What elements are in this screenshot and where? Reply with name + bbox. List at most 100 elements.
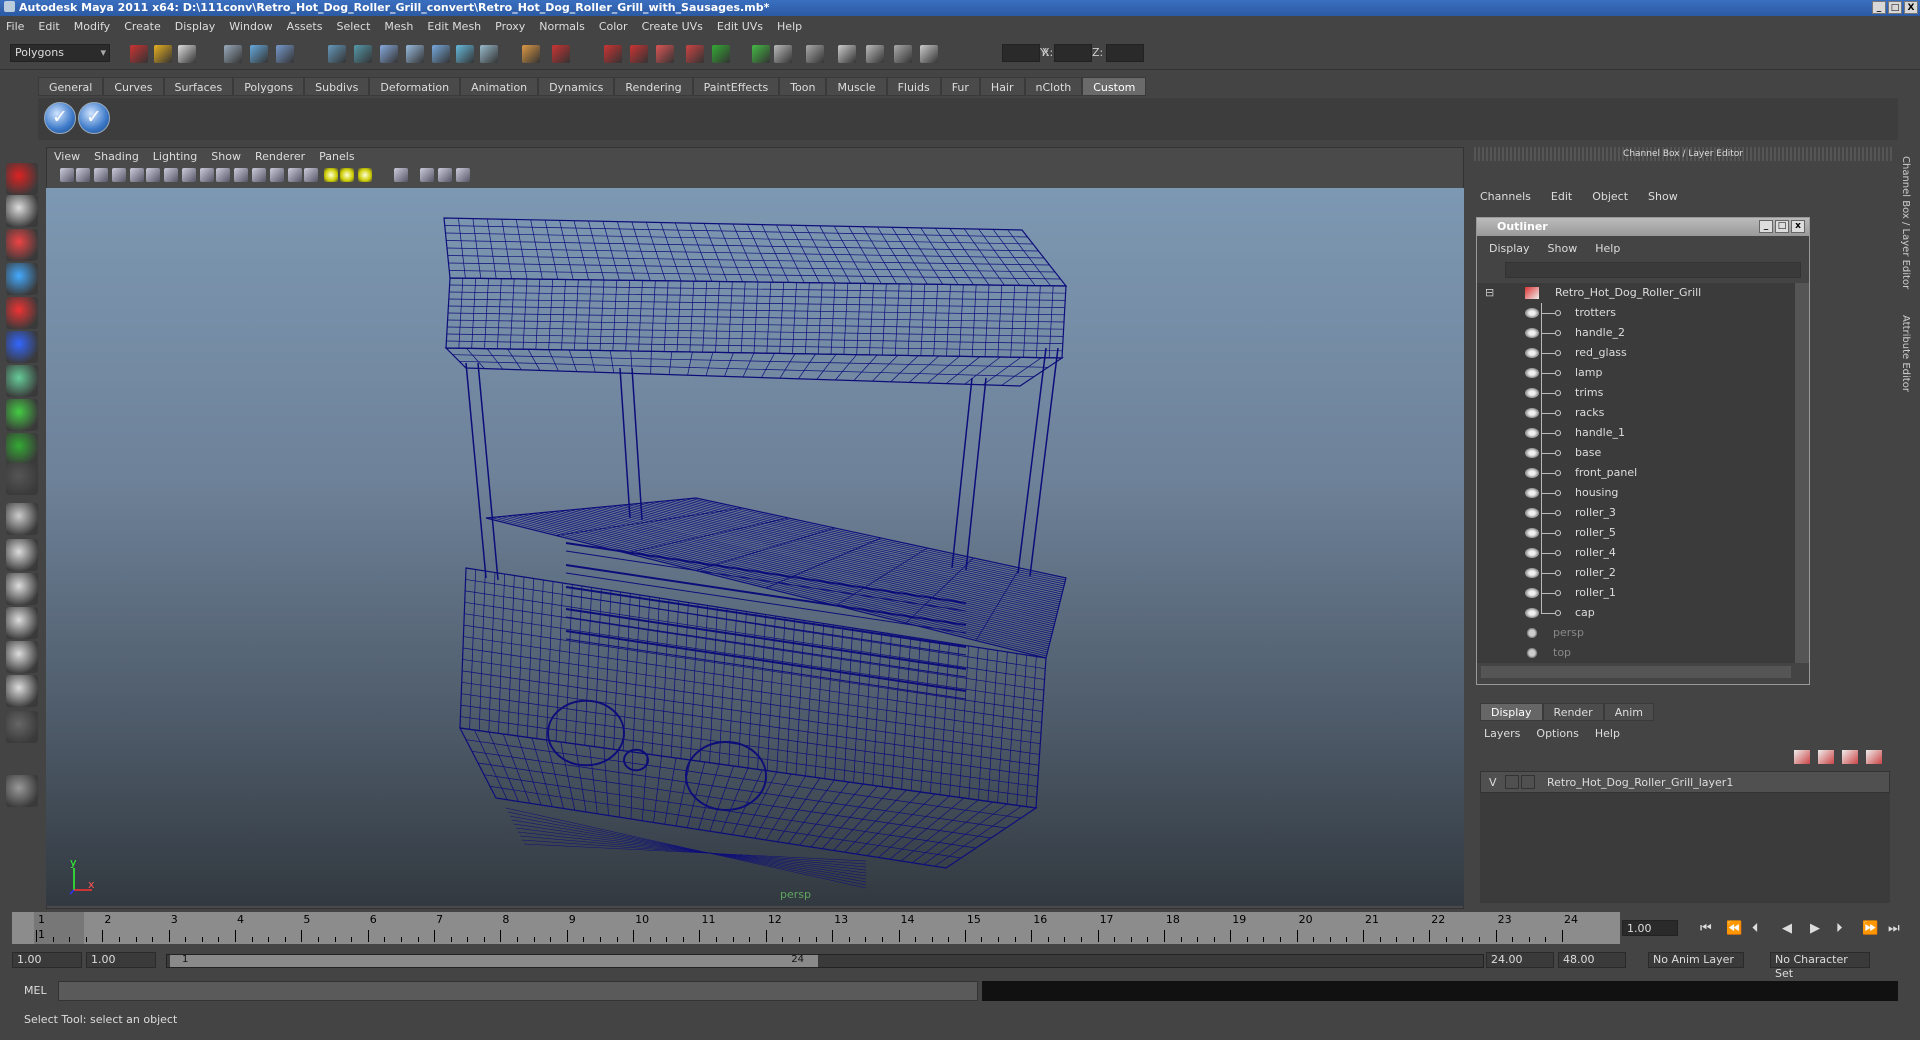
perspective-graph-layout-icon[interactable] (6, 675, 38, 707)
x-field[interactable] (1002, 44, 1040, 62)
go-to-start-icon[interactable]: ⏮ (1700, 921, 1712, 936)
range-slider-handle[interactable]: 1 24 (170, 954, 818, 967)
status-tool-icon-9[interactable] (380, 45, 398, 63)
status-tool-icon-24[interactable] (838, 45, 856, 63)
shelf-tab-ncloth[interactable]: nCloth (1024, 77, 1083, 96)
menu-set-selector[interactable]: Polygons ▾ (10, 44, 110, 62)
shelf-tab-animation[interactable]: Animation (460, 77, 539, 96)
grid-icon[interactable] (130, 168, 144, 182)
status-tool-icon-15[interactable] (552, 45, 570, 63)
camera-attributes-icon[interactable] (76, 168, 90, 182)
viewport-menu-panels[interactable]: Panels (319, 150, 354, 163)
layer-menu-layers[interactable]: Layers (1484, 727, 1520, 740)
minimize-button[interactable]: _ (1872, 1, 1886, 14)
side-tab-attribute-editor[interactable]: Attribute Editor (1900, 315, 1911, 392)
layer-tab-display[interactable]: Display (1480, 703, 1543, 721)
status-tool-icon-2[interactable] (154, 45, 172, 63)
outliner-item-trotters[interactable]: trotters (1477, 303, 1795, 323)
viewport-menu-renderer[interactable]: Renderer (255, 150, 305, 163)
resolution-gate-icon[interactable] (164, 168, 178, 182)
layer-menu-options[interactable]: Options (1536, 727, 1578, 740)
smooth-shade-icon[interactable] (270, 168, 284, 182)
xray-icon[interactable] (420, 168, 434, 182)
status-tool-icon-5[interactable] (250, 45, 268, 63)
shelf-tab-polygons[interactable]: Polygons (233, 77, 305, 96)
layer-template-toggle[interactable] (1505, 775, 1519, 789)
shadows-icon[interactable] (358, 168, 372, 182)
manipulator-tool-icon[interactable] (6, 365, 38, 397)
channel-box-menu-show[interactable]: Show (1648, 190, 1678, 203)
channel-box-menu-object[interactable]: Object (1592, 190, 1628, 203)
shelf-tab-custom[interactable]: Custom (1082, 77, 1147, 96)
select-tool-icon[interactable] (6, 163, 38, 195)
outliner-item-handle-2[interactable]: handle_2 (1477, 323, 1795, 343)
wireframe-icon[interactable] (252, 168, 266, 182)
status-tool-icon-13[interactable] (480, 45, 498, 63)
menu-edit[interactable]: Edit (38, 20, 59, 33)
outliner-maximize-button[interactable]: □ (1775, 220, 1789, 233)
channel-box-menu-edit[interactable]: Edit (1551, 190, 1572, 203)
outliner-item-root[interactable]: ⊟ Retro_Hot_Dog_Roller_Grill (1477, 283, 1795, 303)
four-view-layout-icon[interactable] (6, 539, 38, 571)
shelf-tab-general[interactable]: General (38, 77, 104, 96)
layer-tab-anim[interactable]: Anim (1603, 703, 1654, 721)
status-tool-icon-22[interactable] (774, 45, 792, 63)
step-forward-frame-icon[interactable]: ⏵ (1836, 921, 1843, 936)
outliner-vertical-scrollbar[interactable] (1795, 283, 1809, 663)
menu-help[interactable]: Help (777, 20, 802, 33)
outliner-item-cap[interactable]: cap (1477, 603, 1795, 623)
move-tool-icon[interactable] (6, 263, 38, 295)
status-tool-icon-12[interactable] (456, 45, 474, 63)
menu-create-uvs[interactable]: Create UVs (642, 20, 703, 33)
step-forward-key-icon[interactable]: ⏩ (1862, 921, 1878, 936)
anim-layer-selector[interactable]: No Anim Layer (1648, 952, 1744, 968)
wireframe-on-shaded-icon[interactable] (288, 168, 302, 182)
menu-window[interactable]: Window (229, 20, 272, 33)
layout-menu-icon[interactable] (6, 711, 38, 743)
textured-icon[interactable] (304, 168, 318, 182)
collapse-icon[interactable]: ⊟ (1485, 283, 1494, 303)
start-time-field[interactable]: 1.00 (12, 952, 82, 968)
custom-shelf-check-icon-1[interactable] (44, 102, 76, 134)
outliner-item-lamp[interactable]: lamp (1477, 363, 1795, 383)
outliner-item-roller-4[interactable]: roller_4 (1477, 543, 1795, 563)
outliner-horizontal-scrollbar[interactable] (1481, 666, 1791, 678)
outliner-menu-display[interactable]: Display (1489, 242, 1530, 255)
all-lights-icon[interactable] (340, 168, 354, 182)
step-back-key-icon[interactable]: ⏪ (1726, 921, 1742, 936)
hypershade-layout-icon[interactable] (6, 641, 38, 673)
last-tool-icon[interactable] (6, 463, 38, 495)
field-chart-icon[interactable] (200, 168, 214, 182)
menu-edit-uvs[interactable]: Edit UVs (717, 20, 763, 33)
camera-select-icon[interactable] (60, 168, 74, 182)
status-tool-icon-4[interactable] (224, 45, 242, 63)
play-backwards-icon[interactable]: ◀ (1782, 921, 1792, 936)
shelf-tab-fur[interactable]: Fur (940, 77, 980, 96)
new-layer-selected-icon[interactable] (1818, 750, 1834, 764)
menu-create[interactable]: Create (124, 20, 161, 33)
time-slider[interactable]: 1 2 3 4 5 6 7 8 9 10 11 12 13 14 15 16 17 18 19 20 21 22 23 24 1 (12, 912, 1620, 944)
play-forwards-icon[interactable]: ▶ (1810, 921, 1820, 936)
outliner-item-racks[interactable]: racks (1477, 403, 1795, 423)
shelf-tab-rendering[interactable]: Rendering (614, 77, 693, 96)
status-tool-icon-14[interactable] (522, 45, 540, 63)
playback-end-field[interactable]: 24.00 (1486, 952, 1554, 968)
outliner-close-button[interactable]: x (1791, 220, 1805, 233)
layer-color-swatch[interactable] (1521, 775, 1535, 789)
status-tool-icon-17[interactable] (630, 45, 648, 63)
status-tool-icon-6[interactable] (276, 45, 294, 63)
scale-tool-icon[interactable] (6, 331, 38, 363)
status-tool-icon-21[interactable] (752, 45, 770, 63)
outliner-item-camera-persp[interactable]: persp (1477, 623, 1795, 643)
rotate-tool-icon[interactable] (6, 297, 38, 329)
move-layer-down-icon[interactable] (1866, 750, 1882, 764)
outliner-item-base[interactable]: base (1477, 443, 1795, 463)
shelf-tab-curves[interactable]: Curves (103, 77, 164, 96)
outliner-minimize-button[interactable]: _ (1759, 220, 1773, 233)
safe-title-icon[interactable] (234, 168, 248, 182)
status-tool-icon-25[interactable] (866, 45, 884, 63)
status-tool-icon-1[interactable] (130, 45, 148, 63)
outliner-item-roller-3[interactable]: roller_3 (1477, 503, 1795, 523)
mel-label[interactable]: MEL (24, 984, 47, 997)
channel-box-menu-channels[interactable]: Channels (1480, 190, 1531, 203)
